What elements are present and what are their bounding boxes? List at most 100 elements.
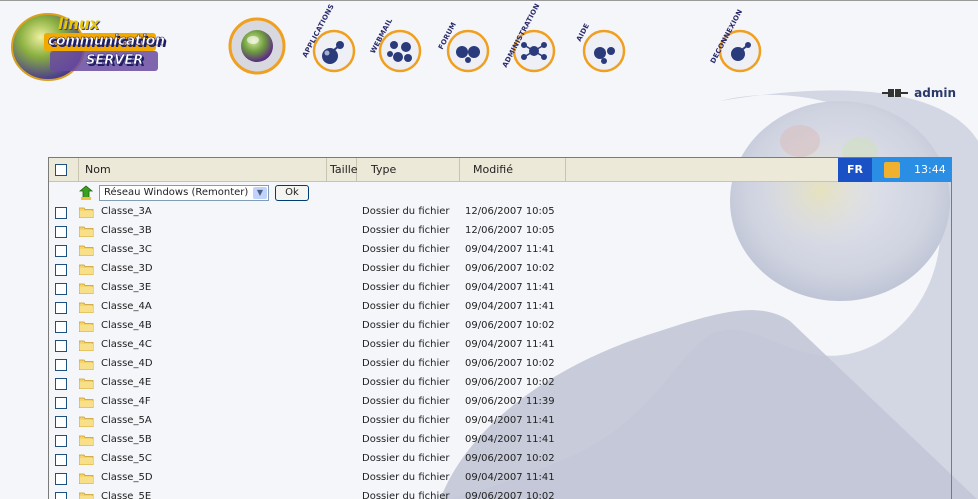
nav-webmail[interactable]: WEBMAIL [369, 17, 432, 77]
clock-area[interactable]: 13:44 [872, 158, 951, 182]
lcs-logo[interactable]: linux communication SERVER [10, 11, 165, 83]
file-name[interactable]: Classe_4D [101, 358, 153, 369]
nav-administration[interactable]: ADMINISTRATION [501, 2, 566, 77]
file-name[interactable]: Classe_4C [101, 339, 152, 350]
row-checkbox[interactable] [55, 226, 67, 238]
file-type: Dossier du fichier [362, 225, 450, 236]
location-select-value: Réseau Windows (Remonter) [104, 187, 249, 198]
table-row[interactable]: Classe_5D Dossier du fichier 09/04/2007 11… [49, 469, 951, 488]
file-modified: 09/06/2007 11:39 [465, 396, 555, 407]
file-name[interactable]: Classe_5C [101, 453, 152, 464]
file-name[interactable]: Classe_4A [101, 301, 152, 312]
nav-home[interactable] [228, 17, 288, 75]
table-row[interactable]: Classe_3E Dossier du fichier 09/04/2007 11… [49, 279, 951, 298]
select-all-checkbox[interactable] [55, 164, 67, 176]
row-checkbox[interactable] [55, 340, 67, 352]
table-row[interactable]: Classe_5C Dossier du fichier 09/06/2007 10… [49, 450, 951, 469]
nav-aide[interactable]: AIDE [575, 21, 636, 77]
row-checkbox[interactable] [55, 264, 67, 276]
file-name[interactable]: Classe_3A [101, 206, 152, 217]
file-type: Dossier du fichier [362, 263, 450, 274]
file-name[interactable]: Classe_3B [101, 225, 152, 236]
row-checkbox[interactable] [55, 473, 67, 485]
folder-icon [79, 454, 94, 465]
file-type: Dossier du fichier [362, 282, 450, 293]
folder-icon [79, 245, 94, 256]
aide-molecule-icon [582, 29, 626, 73]
file-name[interactable]: Classe_5D [101, 472, 153, 483]
nav-forum[interactable]: FORUM [437, 21, 500, 77]
column-header-modified[interactable]: Modifié [460, 158, 566, 182]
select-all-cell [49, 158, 79, 182]
file-modified: 09/04/2007 11:41 [465, 434, 555, 445]
folder-icon [79, 207, 94, 218]
file-modified: 12/06/2007 10:05 [465, 206, 555, 217]
file-type: Dossier du fichier [362, 377, 450, 388]
table-row[interactable]: Classe_3D Dossier du fichier 09/06/2007 10… [49, 260, 951, 279]
table-row[interactable]: Classe_3C Dossier du fichier 09/04/2007 11… [49, 241, 951, 260]
table-row[interactable]: Classe_5A Dossier du fichier 09/04/2007 11… [49, 412, 951, 431]
column-header-size[interactable]: Taille [327, 158, 358, 182]
table-row[interactable]: Classe_5E Dossier du fichier 09/06/2007 10… [49, 488, 951, 499]
folder-icon [79, 435, 94, 446]
table-row[interactable]: Classe_4A Dossier du fichier 09/04/2007 11… [49, 298, 951, 317]
table-row[interactable]: Classe_4E Dossier du fichier 09/06/2007 10… [49, 374, 951, 393]
table-row[interactable]: Classe_4D Dossier du fichier 09/06/2007 10… [49, 355, 951, 374]
row-checkbox[interactable] [55, 359, 67, 371]
row-checkbox[interactable] [55, 245, 67, 257]
file-modified: 09/04/2007 11:41 [465, 282, 555, 293]
file-type: Dossier du fichier [362, 453, 450, 464]
folder-icon [79, 321, 94, 332]
file-name[interactable]: Classe_5A [101, 415, 152, 426]
go-up-arrow-icon[interactable] [79, 185, 95, 201]
column-header-type[interactable]: Type [357, 158, 460, 182]
file-name[interactable]: Classe_5B [101, 434, 152, 445]
row-checkbox[interactable] [55, 435, 67, 447]
row-checkbox[interactable] [55, 416, 67, 428]
file-modified: 09/06/2007 10:02 [465, 263, 555, 274]
folder-icon [79, 492, 94, 499]
column-name-label: Nom [85, 163, 111, 176]
table-row[interactable]: Classe_4B Dossier du fichier 09/06/2007 10… [49, 317, 951, 336]
table-row[interactable]: Classe_5B Dossier du fichier 09/04/2007 11… [49, 431, 951, 450]
row-checkbox[interactable] [55, 454, 67, 466]
file-name[interactable]: Classe_3E [101, 282, 151, 293]
column-header-name[interactable]: Nom [79, 158, 327, 182]
row-checkbox[interactable] [55, 302, 67, 314]
file-type: Dossier du fichier [362, 472, 450, 483]
file-modified: 09/04/2007 11:41 [465, 472, 555, 483]
ok-button[interactable]: Ok [275, 185, 309, 201]
nav-deconnexion[interactable]: DECONNEXION [709, 8, 772, 77]
key-icon [884, 162, 900, 178]
file-name[interactable]: Classe_3D [101, 263, 153, 274]
file-name[interactable]: Classe_4B [101, 320, 152, 331]
row-checkbox[interactable] [55, 207, 67, 219]
user-name[interactable]: admin [914, 86, 956, 100]
file-type: Dossier du fichier [362, 320, 450, 331]
folder-icon [79, 378, 94, 389]
file-modified: 09/06/2007 10:02 [465, 377, 555, 388]
nav-applications[interactable]: APPLICATIONS [301, 3, 366, 77]
table-row[interactable]: Classe_3A Dossier du fichier 12/06/2007 10… [49, 203, 951, 222]
file-name[interactable]: Classe_3C [101, 244, 152, 255]
chevron-down-icon[interactable]: ▼ [253, 187, 267, 199]
table-row[interactable]: Classe_3B Dossier du fichier 12/06/2007 10… [49, 222, 951, 241]
file-name[interactable]: Classe_4F [101, 396, 151, 407]
file-name[interactable]: Classe_5E [101, 491, 151, 499]
row-checkbox[interactable] [55, 283, 67, 295]
language-button[interactable]: FR [838, 158, 872, 182]
file-modified: 09/04/2007 11:41 [465, 301, 555, 312]
row-checkbox[interactable] [55, 492, 67, 499]
logo-linux-text: linux [58, 15, 100, 33]
user-area[interactable]: admin [882, 86, 956, 100]
table-row[interactable]: Classe_4C Dossier du fichier 09/04/2007 11… [49, 336, 951, 355]
location-select[interactable]: Réseau Windows (Remonter) ▼ [99, 185, 269, 201]
table-row[interactable]: Classe_4F Dossier du fichier 09/06/2007 11… [49, 393, 951, 412]
row-checkbox[interactable] [55, 378, 67, 390]
row-checkbox[interactable] [55, 397, 67, 409]
file-name[interactable]: Classe_4E [101, 377, 151, 388]
column-type-label: Type [371, 163, 397, 176]
column-size-label: Taille [330, 163, 358, 176]
clock-time: 13:44 [914, 163, 946, 176]
row-checkbox[interactable] [55, 321, 67, 333]
